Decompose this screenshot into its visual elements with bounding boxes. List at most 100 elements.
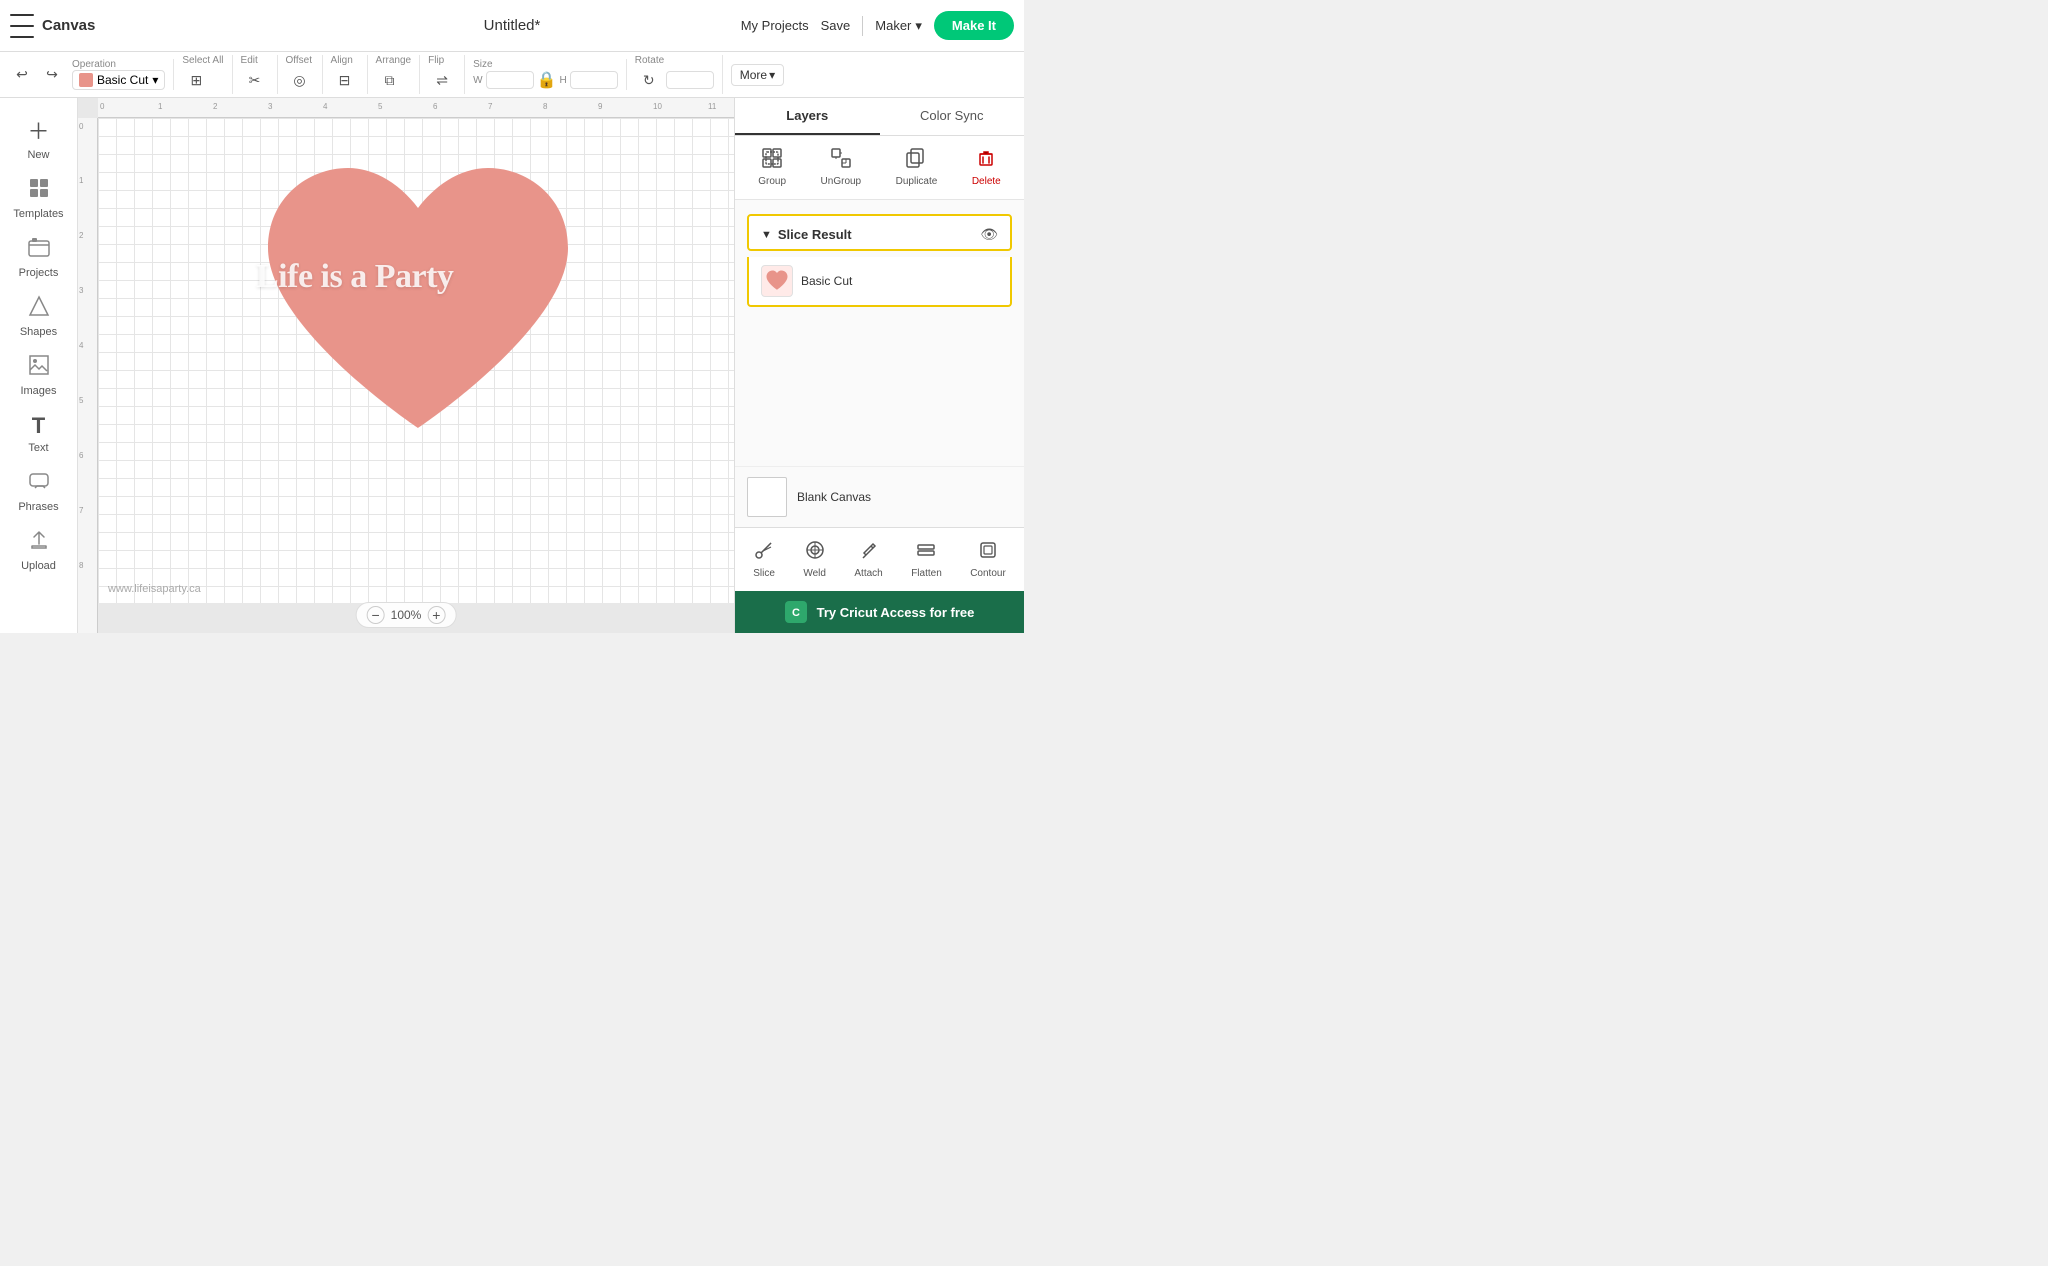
zoom-bar: − 100% + [356,602,457,628]
eye-icon[interactable]: 👁 [980,226,998,243]
h-label: H [559,75,566,86]
delete-icon [976,148,996,173]
app-title: Canvas [42,17,95,34]
layer-thumbnail [761,265,793,297]
document-title: Untitled* [484,17,541,34]
color-swatch [79,73,93,87]
delete-label: Delete [972,176,1001,187]
operation-group: Operation Basic Cut ▾ [72,59,165,90]
sidebar-item-label-shapes: Shapes [20,326,57,338]
select-all-button[interactable]: ⊞ [182,66,210,94]
arrange-button[interactable]: ⧉ [376,66,404,94]
zoom-in-button[interactable]: + [427,606,445,624]
delete-button[interactable]: Delete [964,144,1009,191]
cricut-access-label: Try Cricut Access for free [817,605,975,620]
canvas-content[interactable]: Life is a Party www.lifeisaparty.ca [98,118,734,603]
layer-item[interactable]: Basic Cut [747,257,1012,307]
sidebar-item-label-projects: Projects [19,267,59,279]
toolbar: ↩ ↪ Operation Basic Cut ▾ Select All ⊞ E… [0,52,1024,98]
layer-name: Basic Cut [801,274,852,288]
redo-button[interactable]: ↪ [38,61,66,89]
sidebar-item-templates[interactable]: Templates [0,169,77,228]
flatten-tool-icon [916,540,936,565]
save-button[interactable]: Save [821,18,851,33]
maker-button[interactable]: Maker ▾ [875,18,922,34]
chevron-down-icon: ▾ [152,73,158,87]
operation-value: Basic Cut [97,73,148,87]
undo-button[interactable]: ↩ [8,61,36,89]
operation-select[interactable]: Basic Cut ▾ [72,70,165,90]
align-group: Align ⊟ [331,55,359,94]
sidebar-item-phrases[interactable]: Phrases [0,462,77,521]
tab-layers[interactable]: Layers [735,98,880,135]
sidebar-item-upload[interactable]: Upload [0,521,77,580]
slice-result-header: ▼ Slice Result 👁 [747,214,1012,251]
my-projects-button[interactable]: My Projects [741,18,809,33]
shapes-icon [28,295,50,323]
tab-color-sync[interactable]: Color Sync [880,98,1025,135]
undo-redo-group: ↩ ↪ [8,61,66,89]
duplicate-button[interactable]: Duplicate [888,144,946,191]
offset-button[interactable]: ◎ [286,66,314,94]
size-section: Size W 🔒 H [473,59,627,90]
edit-section: Edit ✂ [241,55,278,94]
edit-button[interactable]: ✂ [241,66,269,94]
duplicate-icon [906,148,926,173]
zoom-out-button[interactable]: − [367,606,385,624]
offset-label: Offset [286,55,313,66]
offset-section: Offset ◎ [286,55,323,94]
sidebar-item-images[interactable]: Images [0,346,77,405]
heart-shape[interactable] [248,148,588,458]
main-layout: ＋ New Templates Projects Shapes Images [0,98,1024,633]
attach-tool-label: Attach [854,568,882,579]
panel-tools: Slice Weld Attach Flatten [735,527,1024,591]
weld-tool-button[interactable]: Weld [797,536,832,583]
rotate-label: Rotate [635,55,664,66]
rotate-input[interactable] [666,71,714,89]
attach-tool-button[interactable]: Attach [848,536,888,583]
rotate-button[interactable]: ↻ [635,66,663,94]
operation-section: Operation Basic Cut ▾ [72,59,174,90]
sidebar-item-label-images: Images [20,385,56,397]
ungroup-label: UnGroup [821,176,862,187]
group-icon [762,148,782,173]
align-section: Align ⊟ [331,55,368,94]
sidebar-item-label-templates: Templates [13,208,63,220]
cricut-access-banner[interactable]: C Try Cricut Access for free [735,591,1024,633]
width-input[interactable] [486,71,534,89]
height-input[interactable] [570,71,618,89]
panel-spacer [735,309,1024,466]
upload-icon [28,529,50,557]
sidebar-item-text[interactable]: T Text [0,405,77,462]
right-panel: Layers Color Sync Group UnGroup [734,98,1024,633]
flip-button[interactable]: ⇌ [428,66,456,94]
flatten-tool-label: Flatten [911,568,942,579]
flatten-tool-button[interactable]: Flatten [905,536,948,583]
sidebar-item-label-upload: Upload [21,560,56,572]
size-group: Size W 🔒 H [473,59,618,90]
canvas-area[interactable]: 0 1 2 3 4 5 6 7 8 9 10 11 0 1 2 3 4 5 6 … [78,98,734,633]
contour-tool-button[interactable]: Contour [964,536,1012,583]
sidebar-item-new[interactable]: ＋ New [0,106,77,169]
edit-group: Edit ✂ [241,55,269,94]
more-button[interactable]: More ▾ [731,64,784,86]
ungroup-button[interactable]: UnGroup [813,144,870,191]
sidebar-item-shapes[interactable]: Shapes [0,287,77,346]
slice-tool-button[interactable]: Slice [747,536,781,583]
group-button[interactable]: Group [750,144,794,191]
make-it-button[interactable]: Make It [934,11,1014,40]
sidebar-item-projects[interactable]: Projects [0,228,77,287]
sidebar-item-label-phrases: Phrases [18,501,58,513]
chevron-down-icon: ▾ [769,68,775,82]
topbar: Canvas Untitled* My Projects Save Maker … [0,0,1024,52]
hamburger-menu-icon[interactable] [10,14,34,38]
zoom-level: 100% [391,608,422,622]
topbar-right: My Projects Save Maker ▾ Make It [741,11,1014,40]
more-label: More [740,68,767,82]
slice-result-container: ▼ Slice Result 👁 Basic Cut [741,208,1018,309]
align-button[interactable]: ⊟ [331,66,359,94]
text-icon: T [32,413,45,439]
sidebar-item-label-text: Text [28,442,48,454]
select-all-label: Select All [182,55,223,66]
arrange-label: Arrange [376,55,412,66]
